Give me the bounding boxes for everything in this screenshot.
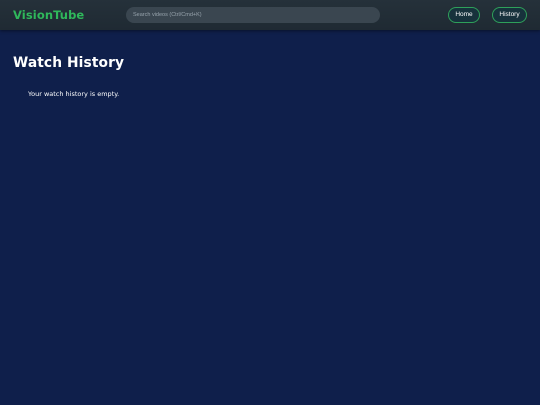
empty-history-message: Your watch history is empty. [28,90,120,98]
home-button[interactable]: Home [448,7,480,23]
brand-logo[interactable]: VisionTube [13,7,84,23]
history-button[interactable]: History [492,7,527,23]
app-window: VisionTube Home History Watch History Yo… [0,0,540,405]
search-input[interactable] [126,7,380,23]
page-title: Watch History [13,55,125,71]
top-navigation-bar: VisionTube Home History [0,0,540,30]
